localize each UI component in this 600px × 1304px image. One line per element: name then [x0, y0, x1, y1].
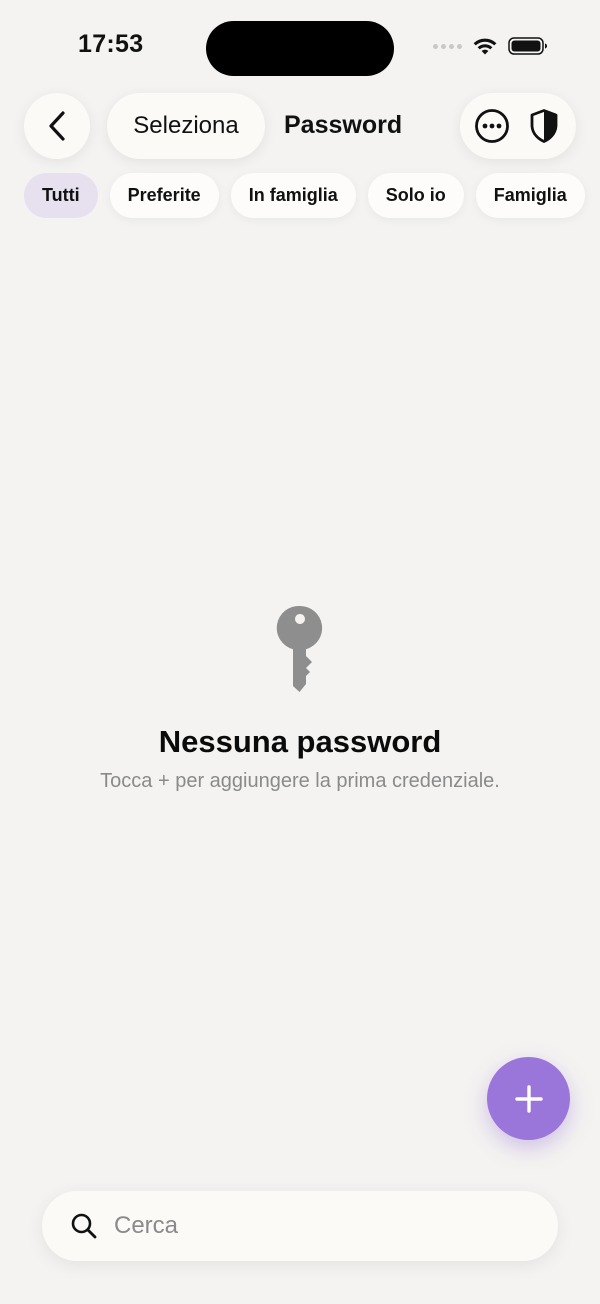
dynamic-island	[206, 21, 394, 76]
add-password-button[interactable]	[487, 1057, 570, 1140]
battery-icon	[508, 37, 547, 55]
security-button[interactable]	[521, 103, 567, 149]
empty-state: Nessuna password Tocca + per aggiungere …	[0, 604, 600, 793]
more-button[interactable]	[469, 103, 515, 149]
chevron-left-icon	[49, 111, 65, 141]
key-icon	[276, 605, 323, 692]
select-button[interactable]: Seleziona	[107, 93, 265, 159]
filter-chip-in-famiglia[interactable]: In famiglia	[230, 173, 356, 218]
page-title: Password	[284, 111, 403, 139]
filter-chip-famiglia[interactable]: Famiglia	[475, 173, 585, 218]
header-actions	[460, 93, 576, 159]
wifi-icon	[473, 38, 497, 55]
search-bar[interactable]	[42, 1191, 558, 1261]
filter-chip-tutti[interactable]: Tutti	[24, 173, 98, 218]
filter-chip-preferite[interactable]: Preferite	[109, 173, 219, 218]
filter-chips: Tutti Preferite In famiglia Solo io Fami…	[24, 173, 585, 218]
shield-half-icon	[530, 109, 558, 143]
password-screen: 17:53 Seleziona Password Tutti Preferite…	[0, 0, 600, 1304]
status-icons	[433, 36, 548, 56]
back-button[interactable]	[24, 93, 90, 159]
search-icon	[71, 1213, 97, 1239]
plus-icon	[514, 1084, 543, 1113]
ellipsis-circle-icon	[475, 109, 509, 143]
cellular-signal-icon	[433, 43, 462, 49]
status-time: 17:53	[78, 30, 144, 58]
empty-state-title: Nessuna password	[158, 724, 442, 759]
search-input[interactable]	[112, 1211, 516, 1241]
filter-chip-solo-io[interactable]: Solo io	[367, 173, 464, 218]
empty-state-subtitle: Tocca + per aggiungere la prima credenzi…	[100, 770, 500, 792]
